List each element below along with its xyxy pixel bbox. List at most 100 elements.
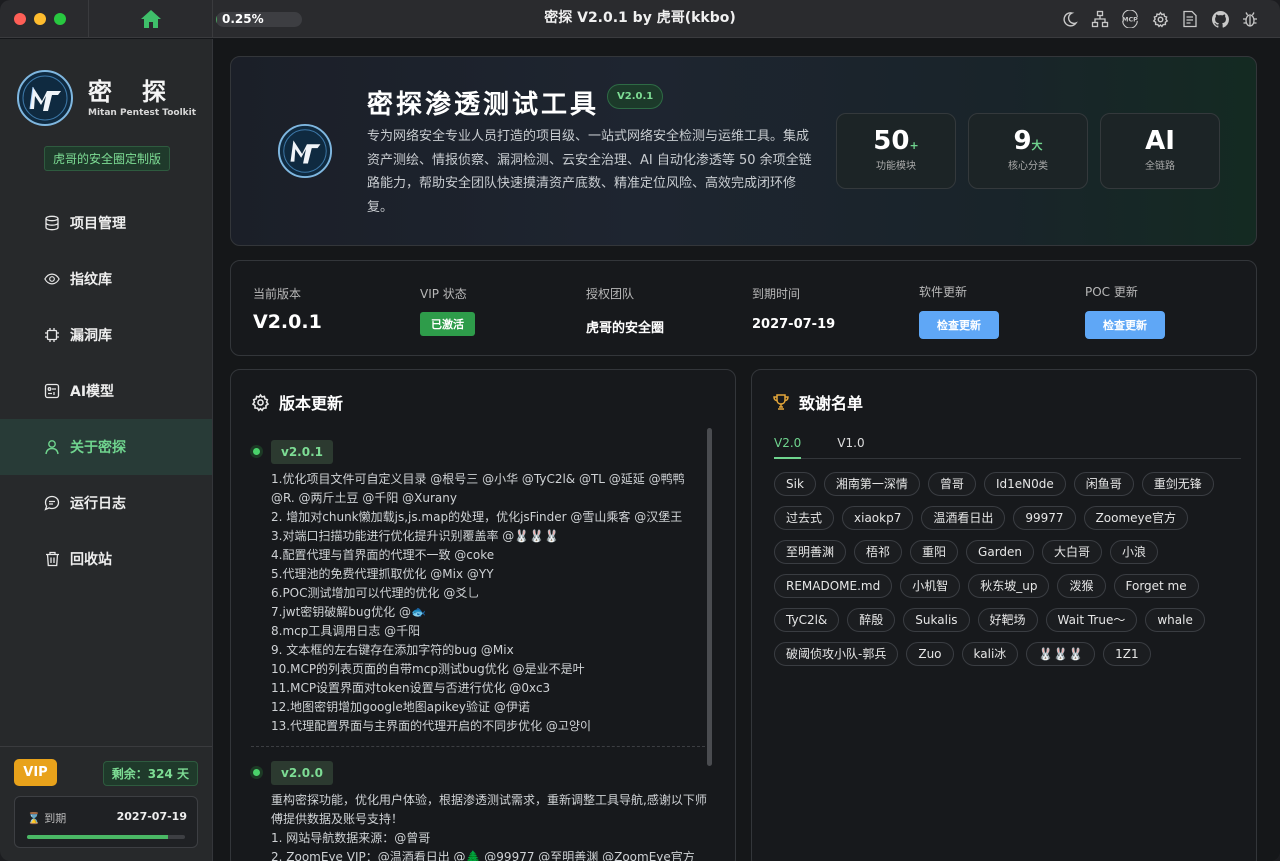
- stat-label: 全链路: [1145, 161, 1175, 172]
- thanks-chip: 醉殷: [847, 608, 896, 632]
- sidebar-item-fingerprint[interactable]: 指纹库: [0, 251, 212, 307]
- thanks-chip: xiaokp7: [842, 506, 914, 530]
- sidebar-item-project[interactable]: 项目管理: [0, 195, 212, 251]
- thanks-chip: 梧祁: [854, 540, 903, 564]
- version-entry: v2.0.0 重构密探功能，优化用户体验，根据渗透测试需求，重新调整工具导航,感…: [231, 753, 711, 861]
- stat-number: AI: [1145, 126, 1175, 156]
- sidebar-item-label: 指纹库: [70, 272, 112, 288]
- sidebar-item-label: AI模型: [70, 384, 115, 400]
- changelog-line: 12.地图密钥增加google地图apikey验证 @伊诺: [271, 700, 530, 714]
- info-label: VIP 状态: [420, 287, 467, 301]
- current-version: 当前版本 V2.0.1: [253, 285, 322, 333]
- stat-card-ai: AI 全链路: [1100, 113, 1220, 189]
- thanks-panel: 致谢名单 V2.0 V1.0 Sik 湘南第一深情 曾哥 Id1eN0de 闲鱼哥 重剑无…: [751, 369, 1257, 861]
- version-tag: v2.0.1: [271, 440, 333, 464]
- brand: 密探 Mitan Pentest Toolkit: [16, 69, 196, 127]
- version-tag: v2.0.0: [271, 761, 333, 785]
- thanks-chip: 🐰🐰🐰: [1026, 642, 1096, 666]
- thanks-chip: 重剑无锋: [1141, 472, 1214, 496]
- sidebar: 密探 Mitan Pentest Toolkit 虎哥的安全圈定制版 项目管理 …: [0, 39, 213, 861]
- account-panel: VIP 剩余：324 天 ⌛ 到期 2027-07-19: [0, 746, 212, 861]
- mitan-logo: [17, 70, 73, 126]
- hero-description: 专为网络安全专业人员打造的项目级、一站式网络安全检测与运维工具。集成资产测绘、情…: [367, 129, 812, 215]
- tab-v2[interactable]: V2.0: [774, 436, 802, 459]
- trash-icon: [44, 551, 60, 567]
- thanks-chip: 99977: [1013, 506, 1076, 530]
- version-notes: 重构密探功能，优化用户体验，根据渗透测试需求，重新调整工具导航,感谢以下师傅提供…: [271, 791, 711, 861]
- gear-icon: [251, 393, 270, 411]
- changelog-title: 版本更新: [279, 394, 344, 413]
- changelog-line: 10.MCP的列表页面的自带mcp测试bug优化 @是业不是叶: [271, 662, 585, 676]
- sidebar-item-label: 运行日志: [70, 496, 126, 512]
- hero-version-badge: V2.0.1: [607, 84, 664, 109]
- authorized-team: 授权团队 虎哥的安全圈: [586, 285, 664, 336]
- sidebar-item-label: 关于密探: [70, 440, 126, 456]
- sidebar-item-ai-model[interactable]: AI模型: [0, 363, 212, 419]
- thanks-chip: 1Z1: [1103, 642, 1151, 666]
- chip-icon: [44, 327, 60, 343]
- thanks-chip: 泼猴: [1057, 574, 1106, 598]
- stat-card-categories: 9大 核心分类: [968, 113, 1088, 189]
- network-icon[interactable]: [1090, 9, 1110, 29]
- thanks-chip: kali冰: [961, 642, 1019, 666]
- bug-icon[interactable]: [1240, 9, 1260, 29]
- sidebar-item-vuln[interactable]: 漏洞库: [0, 307, 212, 363]
- stat-label: 功能模块: [876, 161, 916, 172]
- thanks-chip: Sik: [774, 472, 816, 496]
- sidebar-item-label: 回收站: [70, 552, 112, 568]
- sidebar-nav: 项目管理 指纹库 漏洞库 AI模型 关于密探 运行日志 回收站: [0, 195, 212, 587]
- info-label: 软件更新: [919, 285, 968, 299]
- thanks-chip: 破阈侦攻小队-郭兵: [774, 642, 899, 666]
- stat-card-modules: 50+ 功能模块: [836, 113, 956, 189]
- mitan-logo: [277, 123, 333, 179]
- check-software-update-button[interactable]: 检查更新: [919, 311, 999, 339]
- thanks-chip: Forget me: [1113, 574, 1199, 598]
- check-poc-update-button[interactable]: 检查更新: [1085, 311, 1165, 339]
- thanks-chip: Zuo: [906, 642, 954, 666]
- expire-date: 2027-07-19: [116, 810, 187, 823]
- changelog-line: 11.MCP设置界面对token设置与否进行优化 @0xc3: [271, 681, 551, 695]
- info-label: 当前版本: [253, 287, 302, 301]
- remaining-days: 剩余：324 天: [102, 761, 198, 786]
- thanks-chip: 曾哥: [927, 472, 976, 496]
- thanks-chip: 好靶场: [977, 608, 1038, 632]
- changelog-line: 13.代理配置界面与主界面的代理开启的不同步优化 @고양이: [271, 719, 592, 733]
- changelog-line: 7.jwt密钥破解bug优化 @🐟: [271, 605, 426, 619]
- changelog-list[interactable]: v2.0.1 1.优化项目文件可自定义目录 @根号三 @小华 @TyC2l& @…: [231, 432, 711, 861]
- thanks-chip: Id1eN0de: [983, 472, 1066, 496]
- changelog-line: 1. 网站导航数据来源：@曾哥: [271, 831, 431, 845]
- vip-status: VIP 状态 已激活: [420, 285, 475, 336]
- titlebar: 0.25% 密探 V2.0.1 by 虎哥(kkbo) MCP: [0, 0, 1280, 38]
- moon-icon[interactable]: [1060, 9, 1080, 29]
- scrollbar[interactable]: [707, 428, 712, 766]
- custom-edition-badge: 虎哥的安全圈定制版: [44, 146, 171, 171]
- thanks-chip: 温酒看日出: [921, 506, 1006, 530]
- gear-icon[interactable]: [1150, 9, 1170, 29]
- mcp-icon[interactable]: MCP: [1120, 9, 1140, 29]
- vip-badge: VIP: [14, 759, 57, 786]
- stat-label: 核心分类: [1008, 161, 1048, 172]
- document-icon[interactable]: [1180, 9, 1200, 29]
- sidebar-item-about[interactable]: 关于密探: [0, 419, 212, 475]
- user-icon: [44, 439, 60, 455]
- thanks-chip: 秋东坡_up: [968, 574, 1050, 598]
- current-version-value: V2.0.1: [253, 311, 322, 333]
- thanks-chip: 湘南第一深情: [823, 472, 920, 496]
- thanks-chip: TyC2l&: [774, 608, 840, 632]
- mcp-label: MCP: [1122, 16, 1138, 23]
- stat-suffix: +: [909, 139, 919, 152]
- changelog-line: 6.POC测试增加可以代理的优化 @爻乚: [271, 586, 480, 600]
- brand-name-cn: 密探: [88, 78, 196, 106]
- expire-time: 到期时间 2027-07-19: [752, 285, 835, 332]
- hero-card: 密探渗透测试工具 V2.0.1 专为网络安全专业人员打造的项目级、一站式网络安全…: [230, 56, 1257, 246]
- github-icon[interactable]: [1210, 9, 1230, 29]
- version-notes: 1.优化项目文件可自定义目录 @根号三 @小华 @TyC2l& @TL @延延 …: [271, 470, 711, 736]
- sidebar-item-recycle[interactable]: 回收站: [0, 531, 212, 587]
- tab-v1[interactable]: V1.0: [837, 436, 864, 458]
- main-content: 密探渗透测试工具 V2.0.1 专为网络安全专业人员打造的项目级、一站式网络安全…: [214, 39, 1280, 861]
- hero-title: 密探渗透测试工具: [367, 90, 600, 120]
- thanks-chip: Sukalis: [903, 608, 970, 632]
- thanks-chip: 至明善渊: [774, 540, 847, 564]
- stat-number: 50: [873, 126, 910, 156]
- sidebar-item-logs[interactable]: 运行日志: [0, 475, 212, 531]
